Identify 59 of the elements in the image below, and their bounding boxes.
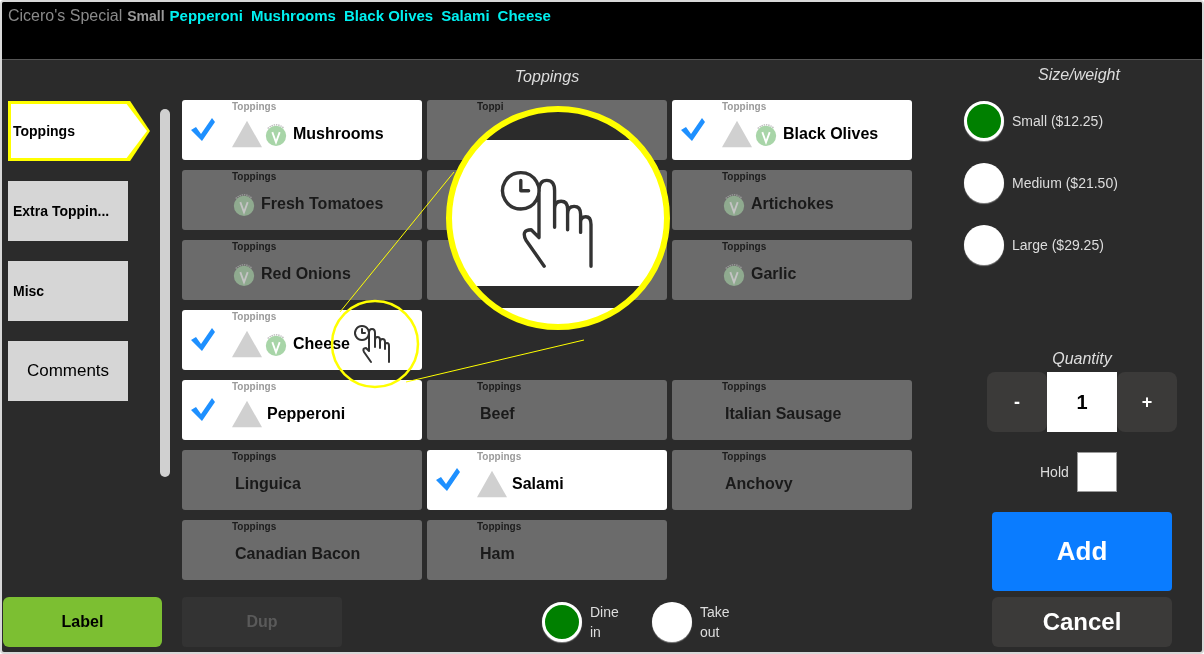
size-radio[interactable] bbox=[964, 225, 1004, 265]
size-label: Large ($29.25) bbox=[1012, 237, 1104, 253]
topping-tile[interactable]: Toppings Pepperoni bbox=[182, 380, 422, 440]
tile-category: Toppings bbox=[477, 381, 522, 392]
checkmark-icon bbox=[190, 396, 216, 422]
service-radio[interactable] bbox=[542, 602, 582, 642]
checkmark-icon bbox=[435, 466, 461, 492]
tile-category: Toppings bbox=[232, 451, 277, 462]
cancel-button[interactable]: Cancel bbox=[992, 597, 1172, 647]
category-tab[interactable]: Extra Toppin... bbox=[8, 181, 128, 241]
tile-category: Toppings bbox=[232, 381, 277, 392]
size-radio[interactable] bbox=[964, 163, 1004, 203]
section-title: Size/weight bbox=[1038, 66, 1120, 83]
order-size: Small bbox=[127, 8, 165, 24]
hold-label: Hold bbox=[1040, 464, 1069, 480]
order-topping: Mushrooms bbox=[250, 7, 336, 24]
size-label: Small ($12.25) bbox=[1012, 113, 1104, 129]
tile-category: Toppi bbox=[477, 101, 504, 112]
tile-category: Toppings bbox=[722, 451, 767, 462]
quantity-title: Quantity bbox=[1052, 350, 1112, 367]
quantity-field[interactable]: 1 bbox=[1047, 372, 1117, 432]
checkmark-icon bbox=[680, 116, 706, 142]
tile-category: Toppings bbox=[232, 101, 277, 112]
category-tab[interactable]: Toppings bbox=[8, 101, 150, 161]
topping-tile[interactable]: Toppings Salami bbox=[427, 450, 667, 510]
checkmark-icon bbox=[190, 116, 216, 142]
order-topping: Pepperoni bbox=[169, 7, 243, 24]
increment-button[interactable]: + bbox=[1117, 372, 1177, 432]
add-button[interactable]: Add bbox=[992, 512, 1172, 591]
topping-tile[interactable]: Toppings Mushrooms bbox=[182, 100, 422, 160]
topping-tile[interactable]: Toppings Black Olives bbox=[672, 100, 912, 160]
scrollbar[interactable] bbox=[160, 109, 170, 477]
category-tab[interactable]: Misc bbox=[8, 261, 128, 321]
section-title: Toppings bbox=[514, 68, 580, 85]
size-label: Medium ($21.50) bbox=[1012, 175, 1118, 191]
service-radio[interactable] bbox=[652, 602, 692, 642]
hold-checkbox[interactable] bbox=[1076, 452, 1117, 492]
tile-category: Toppings bbox=[232, 241, 277, 252]
order-topping: Black Olives bbox=[343, 7, 434, 24]
order-topping: Cheese bbox=[497, 7, 551, 24]
tile-category: Toppings bbox=[722, 171, 767, 182]
tile-category: Toppings bbox=[722, 381, 767, 392]
tile-category: Toppings bbox=[722, 241, 767, 252]
category-tab[interactable]: Comments bbox=[8, 341, 128, 401]
size-radio[interactable] bbox=[964, 101, 1004, 141]
decrement-button[interactable]: - bbox=[987, 372, 1047, 432]
checkmark-icon bbox=[190, 326, 216, 352]
service-label: Dine in bbox=[590, 603, 620, 642]
service-label: Take out bbox=[700, 603, 731, 642]
tile-category: Toppings bbox=[722, 101, 767, 112]
hand-pointer-icon bbox=[354, 325, 390, 363]
tile-category: Toppings bbox=[477, 451, 522, 462]
order-title: Cicero's Special bbox=[8, 7, 123, 25]
tile-category: Toppings bbox=[232, 171, 277, 182]
label-button[interactable]: Label bbox=[3, 597, 162, 647]
tile-category: Toppings bbox=[477, 521, 522, 532]
tile-category: Toppings bbox=[232, 311, 277, 322]
tile-category: Toppings bbox=[232, 521, 277, 532]
order-topping: Salami bbox=[441, 7, 490, 24]
